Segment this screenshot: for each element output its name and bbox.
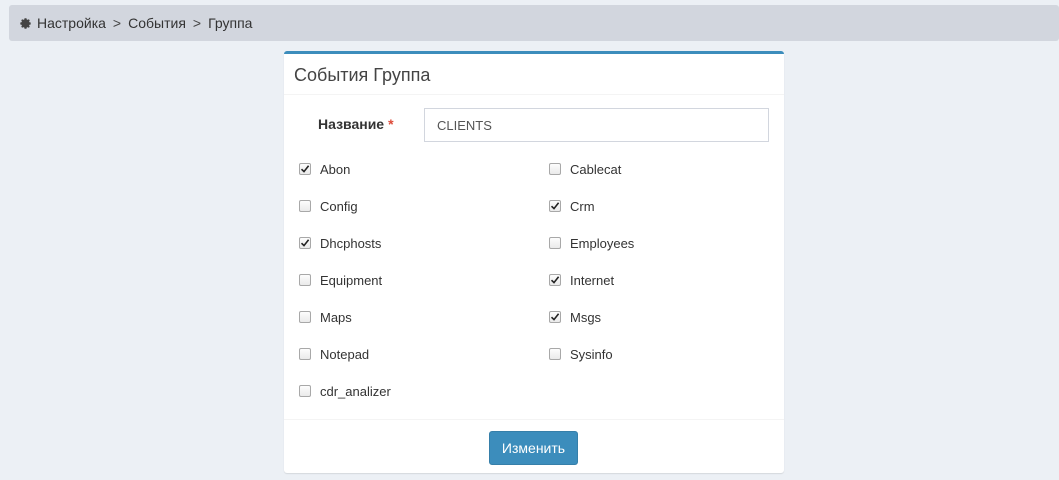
- module-checkbox-config[interactable]: Config: [299, 196, 358, 216]
- module-label: Notepad: [320, 346, 370, 362]
- module-checkbox-internet[interactable]: Internet: [549, 270, 614, 290]
- breadcrumb: Настройка > События > Группа: [9, 5, 1059, 41]
- module-label: Crm: [570, 198, 595, 214]
- module-label: Config: [320, 198, 358, 214]
- name-label-text: Название: [318, 116, 385, 132]
- module-label: Dhcphosts: [320, 235, 382, 251]
- checkbox-unchecked[interactable]: [299, 200, 311, 212]
- checkbox-checked[interactable]: [549, 311, 561, 323]
- checkbox-checked[interactable]: [549, 274, 561, 286]
- module-checkbox-cablecat[interactable]: Cablecat: [549, 159, 621, 179]
- module-label: Maps: [320, 309, 352, 325]
- module-checkbox-abon[interactable]: Abon: [299, 159, 350, 179]
- checkbox-checked[interactable]: [549, 200, 561, 212]
- checkbox-unchecked[interactable]: [549, 237, 561, 249]
- checkbox-unchecked[interactable]: [299, 348, 311, 360]
- submit-button[interactable]: Изменить: [489, 431, 578, 465]
- breadcrumb-separator: >: [112, 15, 122, 31]
- module-label: Equipment: [320, 272, 383, 288]
- checkbox-checked[interactable]: [299, 237, 311, 249]
- required-mark: *: [388, 116, 394, 132]
- panel-title: События Группа: [284, 54, 784, 95]
- name-label: Название *: [318, 116, 394, 132]
- event-group-panel: События Группа Название* Abon Cablecat Con…: [284, 51, 784, 473]
- module-checkbox-msgs[interactable]: Msgs: [549, 307, 601, 327]
- gear-icon: [19, 17, 32, 30]
- module-checkbox-notepad[interactable]: Notepad: [299, 344, 369, 364]
- breadcrumb-item-group: Группа: [208, 15, 253, 31]
- module-checkbox-cdr-analizer[interactable]: cdr_analizer: [299, 381, 391, 401]
- module-label: Internet: [570, 272, 615, 288]
- checkbox-checked[interactable]: [299, 163, 311, 175]
- module-label: Employees: [570, 235, 635, 251]
- checkbox-unchecked[interactable]: [299, 274, 311, 286]
- module-checkbox-dhcphosts[interactable]: Dhcphosts: [299, 233, 381, 253]
- module-label: cdr_analizer: [320, 383, 391, 399]
- module-label: Sysinfo: [570, 346, 613, 362]
- name-input[interactable]: [424, 108, 769, 142]
- checkbox-unchecked[interactable]: [299, 311, 311, 323]
- panel-footer: Изменить: [284, 419, 784, 476]
- name-form-row: Название *: [284, 105, 784, 142]
- breadcrumb-item-events[interactable]: События: [128, 15, 186, 31]
- breadcrumb-separator: >: [192, 15, 202, 31]
- checkbox-unchecked[interactable]: [299, 385, 311, 397]
- checkbox-unchecked[interactable]: [549, 348, 561, 360]
- checkbox-unchecked[interactable]: [549, 163, 561, 175]
- breadcrumb-item-settings[interactable]: Настройка: [37, 15, 106, 31]
- module-checkbox-sysinfo[interactable]: Sysinfo: [549, 344, 613, 364]
- module-checkbox-equipment[interactable]: Equipment: [299, 270, 382, 290]
- module-label: Cablecat: [570, 161, 622, 177]
- module-label: Msgs: [570, 309, 602, 325]
- module-checkbox-employees[interactable]: Employees: [549, 233, 634, 253]
- module-label: Abon: [320, 161, 351, 177]
- module-checkbox-crm[interactable]: Crm: [549, 196, 595, 216]
- module-checkbox-maps[interactable]: Maps: [299, 307, 352, 327]
